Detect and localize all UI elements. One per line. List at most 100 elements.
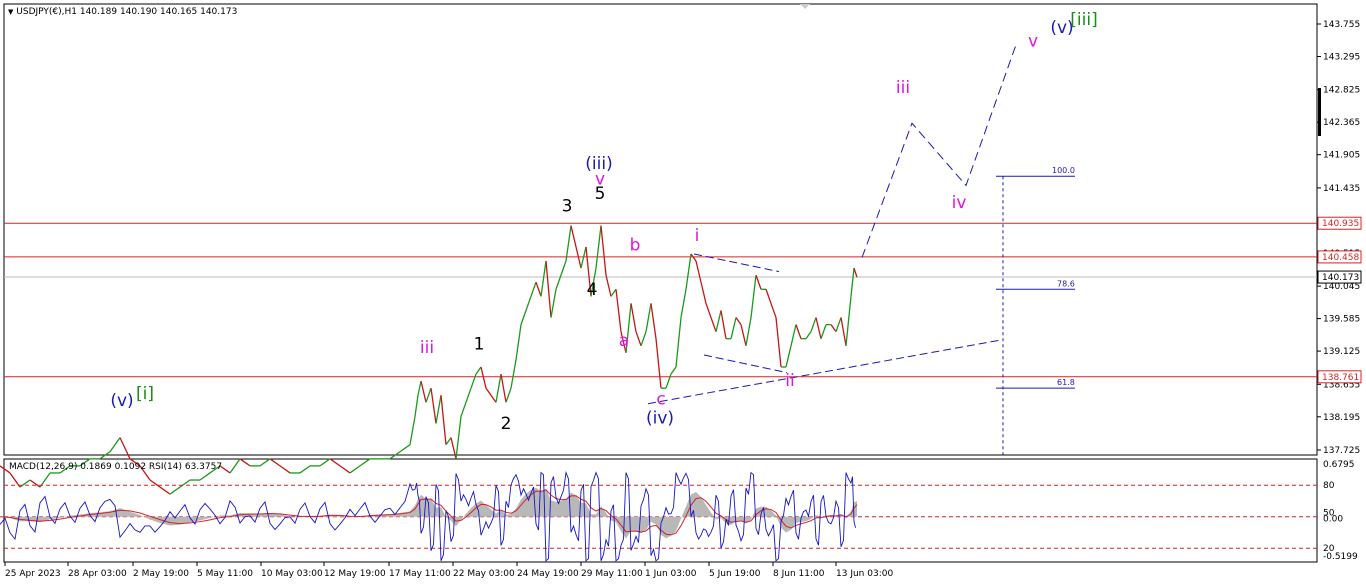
- price-segment: [595, 225, 602, 269]
- price-segment: [775, 317, 782, 368]
- price-segment: [425, 387, 432, 403]
- price-segment: [635, 331, 642, 347]
- price-segment: [445, 437, 452, 446]
- wave-label: a: [619, 331, 629, 351]
- price-segment: [640, 331, 647, 347]
- price-segment: [229, 458, 241, 474]
- price-segment: [430, 388, 437, 424]
- price-segment: [259, 458, 271, 467]
- price-segment: [700, 282, 707, 304]
- wave-label: 3: [562, 197, 573, 217]
- price-segment: [795, 324, 802, 339]
- price-segment: [455, 416, 462, 459]
- time-axis-label: 24 May 19:00: [517, 569, 579, 579]
- wave-label: (v): [110, 391, 133, 411]
- indicator-axis-label: 0.00: [1323, 515, 1343, 525]
- time-axis-label: 28 Apr 03:00: [68, 569, 127, 579]
- projection-path: [861, 41, 1018, 258]
- price-segment: [399, 444, 411, 453]
- wave-label: i: [695, 226, 700, 246]
- price-tag-label: 140.173: [1322, 273, 1359, 283]
- price-segment: [565, 225, 572, 262]
- price-segment: [179, 479, 191, 488]
- price-axis-label: 139.585: [1323, 315, 1360, 325]
- price-segment: [525, 296, 532, 311]
- price-tag-label: 138.761: [1322, 373, 1359, 383]
- price-segment: [560, 260, 567, 276]
- time-axis-label: 1 Jun 03:00: [645, 569, 697, 579]
- price-segment: [269, 458, 281, 467]
- indicator-axis-label: -0.5199: [1323, 552, 1358, 562]
- price-segment: [149, 479, 161, 488]
- chart-canvas[interactable]: 143.755 143.295 142.825 142.365 141.905 141.4…: [0, 0, 1366, 588]
- price-segment: [329, 458, 341, 467]
- price-segment: [540, 260, 547, 297]
- price-segment: [580, 246, 587, 269]
- indicator-axis-label: 0.6795: [1323, 460, 1355, 470]
- time-axis-label: 8 Jun 11:00: [773, 569, 825, 579]
- price-segment: [730, 317, 737, 339]
- price-segment: [545, 260, 552, 318]
- price-segment: [500, 373, 507, 403]
- price-segment: [359, 458, 371, 467]
- price-segment: [610, 288, 617, 297]
- symbol-header: ▼ USDJPY(€),H1 140.189 140.190 140.165 1…: [8, 7, 237, 17]
- price-segment: [790, 324, 797, 346]
- price-segment: [414, 395, 419, 417]
- price-segment: [465, 387, 472, 403]
- price-segment: [119, 437, 131, 460]
- fib-level-label: 78.6: [1057, 279, 1075, 288]
- price-segment: [805, 331, 812, 340]
- time-axis-label: 25 Apr 2023: [5, 569, 61, 579]
- price-axis-label: 143.295: [1323, 52, 1360, 62]
- price-segment: [480, 366, 487, 389]
- price-segment: [29, 479, 41, 488]
- price-segment: [655, 338, 662, 389]
- price-tag-label: 140.458: [1322, 253, 1359, 263]
- wave-label: iii: [896, 78, 910, 98]
- price-segment: [485, 387, 492, 396]
- wave-label: ii: [785, 371, 794, 391]
- fib-level-label: 100.0: [1052, 166, 1075, 175]
- time-axis-label: 5 Jun 19:00: [709, 569, 761, 579]
- wave-label: b: [630, 235, 641, 255]
- price-segment: [853, 267, 858, 278]
- wave-label: 4: [587, 280, 598, 300]
- price-segment: [570, 225, 577, 248]
- price-segment: [720, 310, 727, 339]
- price-segment: [670, 366, 677, 375]
- price-segment: [675, 317, 682, 368]
- price-segment: [695, 260, 702, 283]
- chart-shift-marker: [800, 4, 810, 9]
- price-segment: [740, 324, 747, 346]
- price-segment: [460, 402, 467, 417]
- collapse-triangle-icon[interactable]: ▼: [8, 8, 13, 16]
- wave-label: 2: [501, 414, 512, 434]
- price-segment: [715, 310, 722, 332]
- wave-label: (iv): [646, 409, 674, 429]
- price-segment: [349, 465, 361, 474]
- indicator-axis-label: 80: [1323, 481, 1335, 491]
- price-segment: [435, 395, 442, 424]
- time-axis-label: 12 May 19:00: [324, 569, 386, 579]
- price-axis-label: 142.365: [1323, 118, 1360, 128]
- price-segment: [815, 317, 822, 339]
- price-segment: [710, 317, 717, 332]
- price-segment: [409, 416, 416, 445]
- price-segment: [417, 380, 422, 396]
- price-segment: [420, 380, 427, 403]
- time-axis-label: 22 May 03:00: [453, 569, 515, 579]
- time-axis-label: 17 May 11:00: [389, 569, 451, 579]
- price-segment: [19, 479, 31, 488]
- wave-label: v: [595, 170, 605, 190]
- wave-label: 1: [474, 334, 485, 354]
- price-segment: [339, 465, 351, 474]
- price-segment: [810, 317, 817, 332]
- price-segment: [685, 253, 692, 290]
- price-segment: [765, 289, 772, 304]
- time-axis-label: 5 May 11:00: [197, 569, 253, 579]
- wave-label: [iii]: [1070, 10, 1097, 30]
- price-segment: [735, 317, 742, 325]
- price-segment: [490, 394, 497, 403]
- price-axis-label: 141.905: [1323, 151, 1360, 161]
